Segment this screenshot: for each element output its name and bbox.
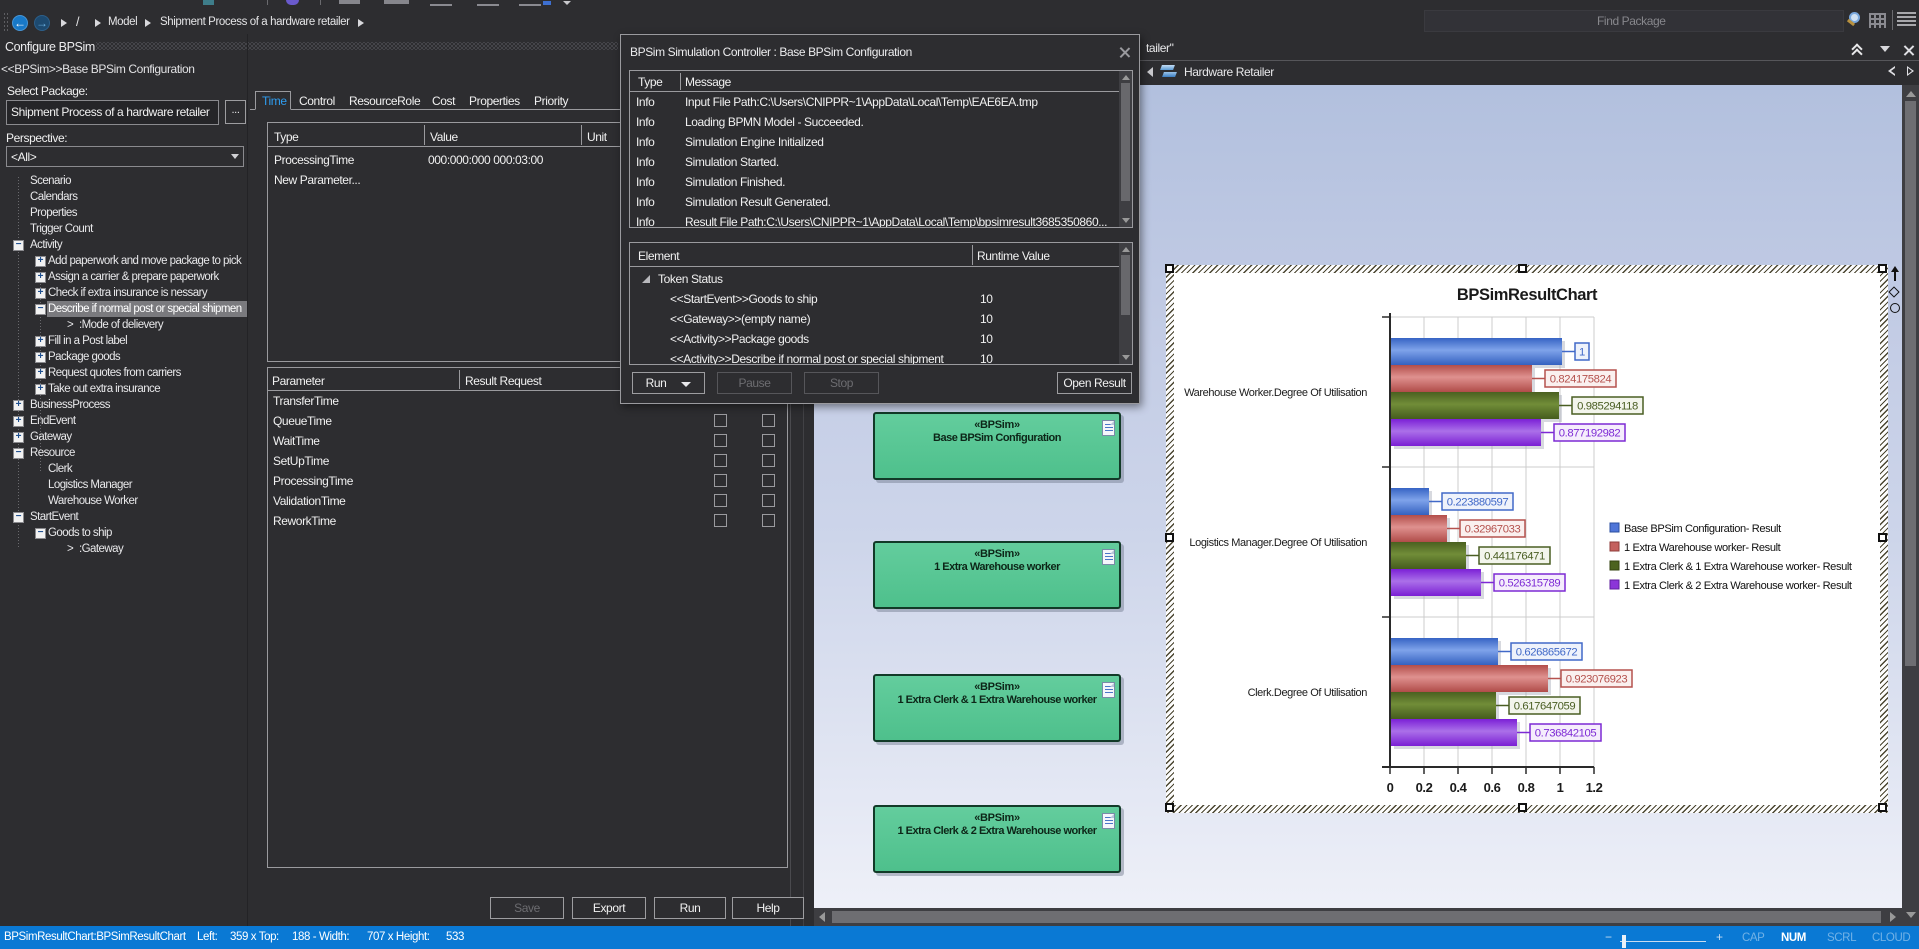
svg-text:0.526315789: 0.526315789: [1499, 578, 1561, 590]
svg-text:0.626865672: 0.626865672: [1516, 647, 1578, 659]
svg-text:0.985294118: 0.985294118: [1577, 401, 1638, 413]
svg-text:1 Extra Warehouse worker- Resu: 1 Extra Warehouse worker- Result: [1624, 542, 1781, 554]
svg-text:1 Extra Clerk & 2 Extra Wareho: 1 Extra Clerk & 2 Extra Warehouse worker…: [1624, 580, 1852, 592]
svg-text:0.617647059: 0.617647059: [1514, 701, 1576, 713]
svg-text:1: 1: [1579, 347, 1585, 359]
svg-text:0: 0: [1387, 780, 1394, 795]
svg-text:0.923076923: 0.923076923: [1566, 674, 1628, 686]
svg-text:0.824175824: 0.824175824: [1550, 374, 1612, 386]
svg-text:1: 1: [1557, 780, 1564, 795]
svg-text:1 Extra Clerk & 1 Extra Wareho: 1 Extra Clerk & 1 Extra Warehouse worker…: [1624, 561, 1852, 573]
svg-text:0.736842105: 0.736842105: [1535, 728, 1597, 740]
svg-text:0.877192982: 0.877192982: [1559, 428, 1621, 440]
svg-text:Logistics Manager.Degree Of Ut: Logistics Manager.Degree Of Utilisation: [1189, 537, 1367, 549]
svg-text:0.32967033: 0.32967033: [1465, 524, 1521, 536]
svg-text:0.6: 0.6: [1484, 780, 1501, 795]
svg-text:0.4: 0.4: [1450, 780, 1468, 795]
svg-text:Base BPSim Configuration- Resu: Base BPSim Configuration- Result: [1624, 523, 1781, 535]
svg-text:Clerk.Degree Of Utilisation: Clerk.Degree Of Utilisation: [1248, 687, 1368, 699]
svg-text:BPSimResultChart: BPSimResultChart: [1457, 286, 1598, 304]
svg-text:0.441176471: 0.441176471: [1484, 551, 1545, 563]
svg-text:0.223880597: 0.223880597: [1447, 497, 1509, 509]
svg-text:0.8: 0.8: [1518, 780, 1535, 795]
svg-text:1.2: 1.2: [1586, 780, 1603, 795]
svg-text:Warehouse Worker.Degree Of Uti: Warehouse Worker.Degree Of Utilisation: [1184, 387, 1367, 399]
svg-text:0.2: 0.2: [1416, 780, 1433, 795]
